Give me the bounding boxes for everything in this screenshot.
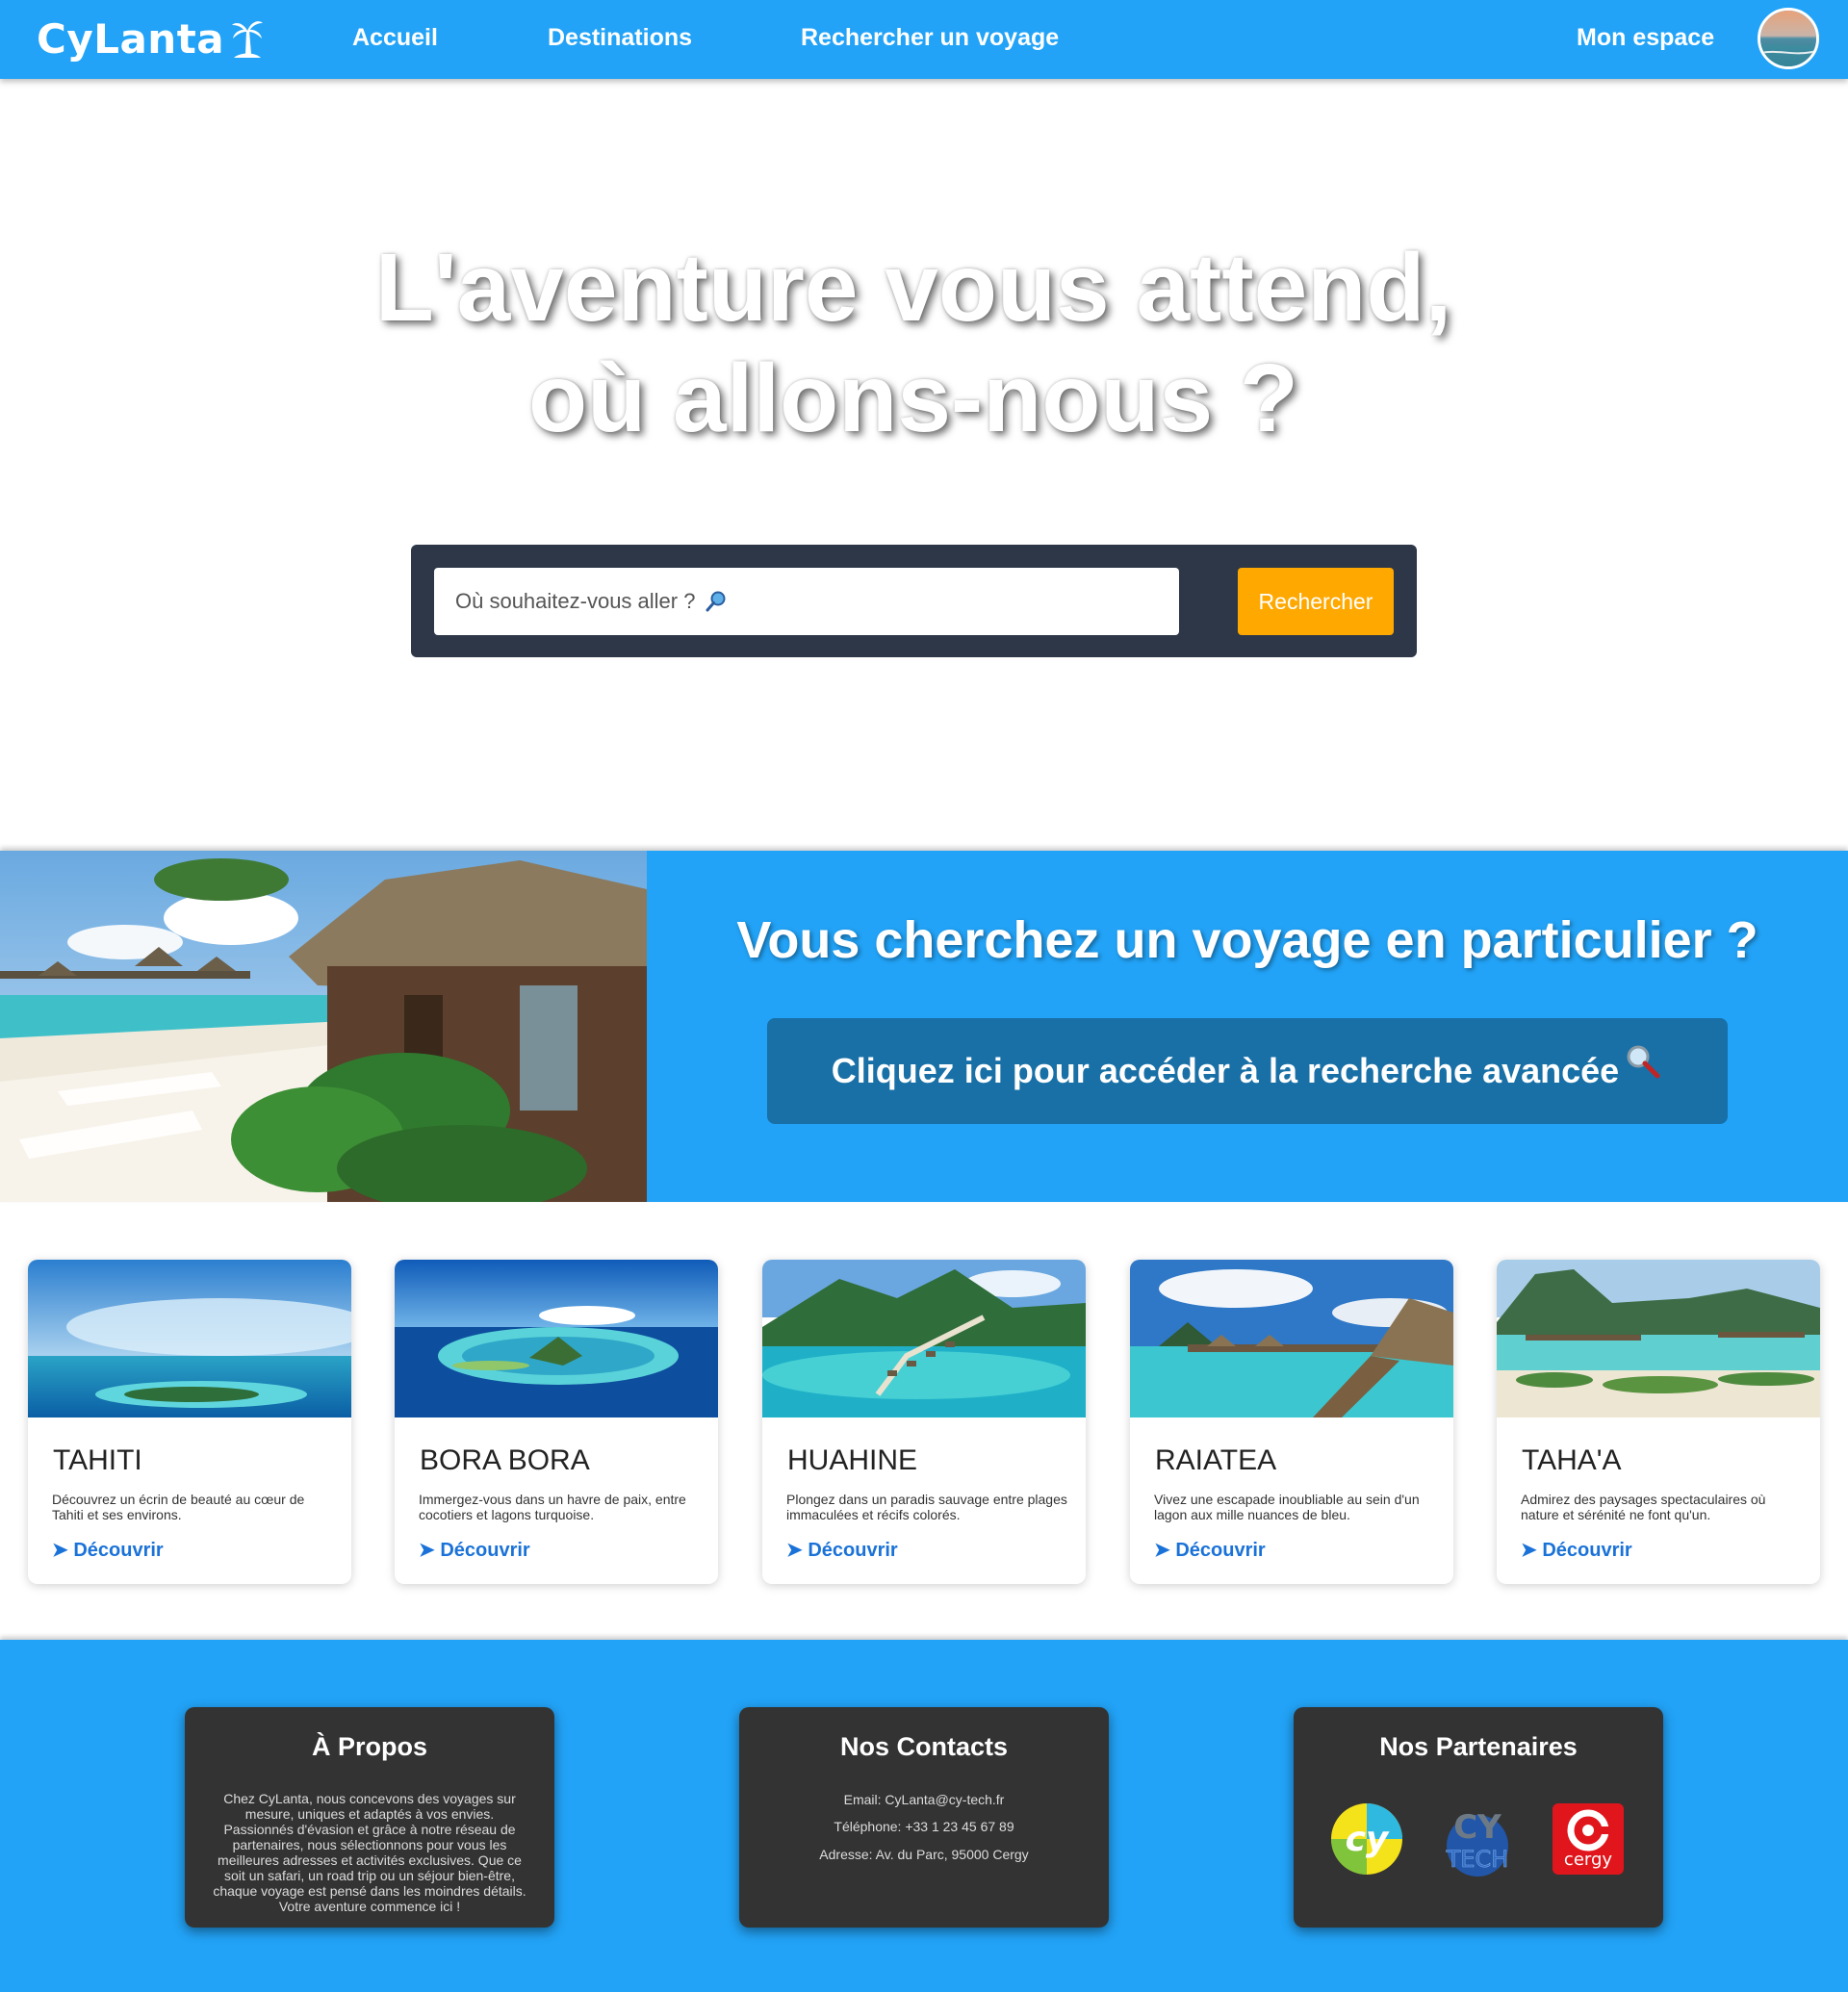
hero-section: L'aventure vous attend, où allons-nous ?… [0,79,1848,849]
discover-link[interactable]: ➤ Découvrir [1521,1538,1632,1562]
about-title: À Propos [311,1732,427,1761]
cergy-partner-logo[interactable]: cergy [1551,1801,1626,1877]
contact-phone: Téléphone: +33 1 23 45 67 89 [834,1819,1014,1834]
discover-link[interactable]: ➤ Découvrir [1154,1538,1266,1562]
contacts-box: Nos Contacts Email: CyLanta@cy-tech.fr T… [739,1707,1109,1928]
tahaa-image [1497,1260,1820,1417]
arrow-right-icon: ➤ [1154,1540,1176,1561]
destination-description: Découvrez un écrin de beauté au cœur de … [52,1492,305,1522]
partners-title: Nos Partenaires [1379,1732,1578,1761]
nav-destinations[interactable]: Destinations [548,24,692,52]
destination-card-raiatea: RAIATEA Vivez une escapade inoubliable a… [1130,1260,1453,1584]
hero-title-line2: où allons-nous ? [528,345,1298,452]
destination-card-bora-bora: BORA BORA Immergez-vous dans un havre de… [395,1260,718,1584]
advanced-search-button[interactable]: Cliquez ici pour accéder à la recherche … [767,1018,1728,1124]
user-avatar[interactable] [1758,8,1819,69]
destination-description: Plongez dans un paradis sauvage entre pl… [786,1492,1067,1522]
top-navbar: CyLanta Accueil Destinations Rechercher … [0,0,1848,79]
contact-address: Adresse: Av. du Parc, 95000 Cergy [819,1847,1029,1862]
destination-card-tahiti: TAHITI Découvrez un écrin de beauté au c… [28,1260,351,1584]
discover-link[interactable]: ➤ Découvrir [419,1538,530,1562]
destination-name: TAHA'A [1522,1444,1622,1476]
destination-name: HUAHINE [787,1444,918,1476]
advanced-search-label: Cliquez ici pour accéder à la recherche … [831,1051,1620,1090]
hero-title: L'aventure vous attend, où allons-nous ? [0,233,1827,454]
palm-tree-icon [232,21,264,58]
discover-label: Découvrir [1542,1540,1632,1561]
contacts-title: Nos Contacts [839,1732,1009,1761]
arrow-right-icon: ➤ [786,1540,808,1561]
magnifier-icon [1627,1045,1660,1079]
page-footer: À Propos Chez CyLanta, nous concevons de… [0,1640,1848,1992]
raiatea-image [1130,1260,1453,1417]
svg-text:cy: cy [1346,1820,1390,1859]
destination-description: Vivez une escapade inoubliable au sein d… [1154,1492,1420,1522]
contact-email[interactable]: Email: CyLanta@cy-tech.fr [739,1792,1109,1807]
promo-title: Vous cherchez un voyage en particulier ? [736,911,1758,969]
advanced-search-banner: Vous cherchez un voyage en particulier ?… [0,851,1848,1202]
discover-link[interactable]: ➤ Découvrir [786,1538,898,1562]
destination-description: Admirez des paysages spectaculaires où n… [1521,1492,1766,1522]
svg-text:cergy: cergy [1564,1850,1612,1870]
discover-label: Découvrir [1175,1540,1266,1561]
destination-name: RAIATEA [1155,1444,1277,1476]
arrow-right-icon: ➤ [52,1540,74,1561]
destination-card-tahaa: TAHA'A Admirez des paysages spectaculair… [1497,1260,1820,1584]
svg-text:TECH: TECH [1446,1846,1509,1873]
brand-name: CyLanta [37,14,225,63]
hero-title-line1: L'aventure vous attend, [374,234,1452,342]
partners-box: Nos Partenaires cy CY TECH cergy [1294,1707,1663,1928]
brand-logo[interactable]: CyLanta [37,13,265,64]
nav-accueil[interactable]: Accueil [352,24,438,52]
discover-label: Découvrir [73,1540,164,1561]
beach-bungalow-image [0,851,647,1202]
destination-card-huahine: HUAHINE Plongez dans un paradis sauvage … [762,1260,1086,1584]
cy-tech-partner-logo[interactable]: CY TECH [1440,1801,1515,1877]
about-text: Chez CyLanta, nous concevons des voyages… [213,1791,526,1914]
discover-link[interactable]: ➤ Découvrir [52,1538,164,1562]
huahine-image [762,1260,1086,1417]
svg-text:CY: CY [1453,1808,1502,1847]
search-placeholder: Où souhaitez-vous aller ? [455,589,696,613]
destination-name: BORA BORA [420,1444,590,1476]
magnifier-icon [706,591,726,612]
bora-bora-image [395,1260,718,1417]
destination-search-input[interactable]: Où souhaitez-vous aller ? [434,568,1179,635]
destination-description: Immergez-vous dans un havre de paix, ent… [419,1492,686,1522]
destination-name: TAHITI [53,1444,142,1476]
tahiti-image [28,1260,351,1417]
discover-label: Découvrir [440,1540,530,1561]
nav-search-trip[interactable]: Rechercher un voyage [801,24,1059,52]
arrow-right-icon: ➤ [419,1540,441,1561]
search-bar: Où souhaitez-vous aller ? Rechercher [411,545,1417,657]
about-box: À Propos Chez CyLanta, nous concevons de… [185,1707,554,1928]
discover-label: Découvrir [808,1540,898,1561]
cy-partner-logo[interactable]: cy [1329,1801,1404,1877]
nav-my-account[interactable]: Mon espace [1577,24,1714,52]
arrow-right-icon: ➤ [1521,1540,1543,1561]
search-button[interactable]: Rechercher [1238,568,1394,635]
